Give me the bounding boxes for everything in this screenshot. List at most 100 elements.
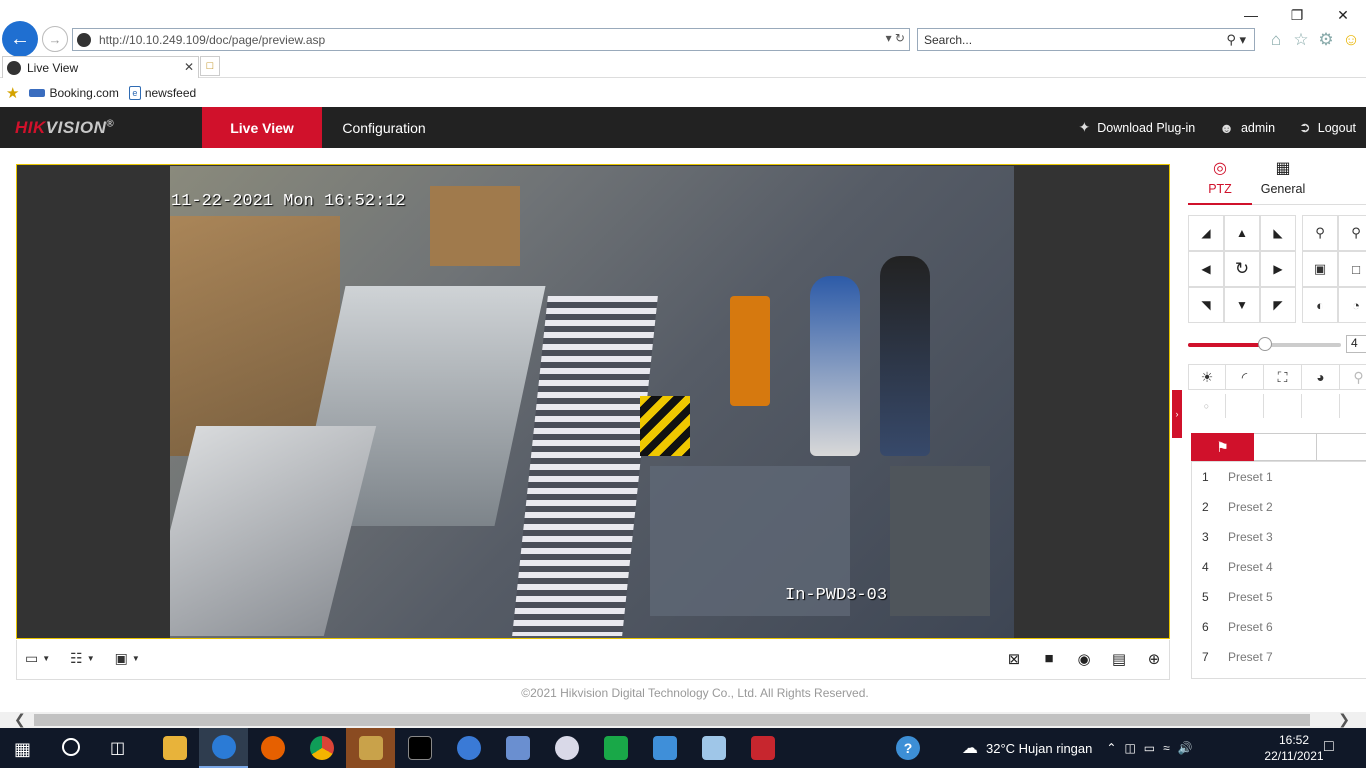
windows-start-icon[interactable]: ▦ bbox=[14, 739, 31, 760]
search-input[interactable]: Search... ⚲ ▾ bbox=[917, 28, 1255, 51]
search-icon[interactable]: ⚲ ▾ bbox=[1226, 32, 1246, 48]
terminal-icon[interactable] bbox=[395, 728, 444, 768]
address-controls-icon[interactable]: ▾ ↻ bbox=[886, 31, 905, 45]
logout-link[interactable]: ➲ Logout bbox=[1299, 119, 1356, 136]
pan-down-right-button[interactable]: ◤ bbox=[1260, 287, 1296, 323]
file-explorer-icon[interactable] bbox=[150, 728, 199, 768]
scrollbar-thumb[interactable] bbox=[34, 714, 1310, 726]
settings-gear-icon[interactable]: ⚙ bbox=[1316, 30, 1336, 50]
scroll-right-icon[interactable]: ❯ bbox=[1338, 711, 1350, 728]
lens-init-icon[interactable]: ◕ bbox=[1302, 364, 1340, 390]
device-icon[interactable]: ◫ bbox=[1124, 741, 1135, 755]
ptz-speed-slider[interactable] bbox=[1188, 337, 1341, 351]
internet-explorer-icon[interactable] bbox=[199, 728, 248, 768]
taskbar-clock[interactable]: 16:52 22/11/2021 bbox=[1264, 732, 1324, 764]
nav-configuration[interactable]: Configuration bbox=[322, 107, 446, 148]
network-monitor-icon[interactable] bbox=[542, 728, 591, 768]
aux-focus-icon[interactable]: ⛶ bbox=[1264, 364, 1302, 390]
preset-item[interactable]: 1 Preset 1 bbox=[1192, 462, 1366, 492]
pan-down-button[interactable]: ▼ bbox=[1224, 287, 1260, 323]
cortana-search-icon[interactable] bbox=[62, 738, 80, 756]
weather-text[interactable]: 32°C Hujan ringan bbox=[986, 741, 1092, 756]
horizontal-scrollbar[interactable]: ❮ ❯ bbox=[0, 711, 1366, 728]
restore-icon[interactable]: ❐ bbox=[1274, 2, 1320, 28]
preset-item[interactable]: 3 Preset 3 bbox=[1192, 522, 1366, 552]
pan-up-left-button[interactable]: ◢ bbox=[1188, 215, 1224, 251]
preset-item[interactable]: 7 Preset 7 bbox=[1192, 642, 1366, 672]
light-icon[interactable]: ☀ bbox=[1188, 364, 1226, 390]
iris-close-icon[interactable]: ◐ bbox=[1302, 287, 1338, 323]
user-menu[interactable]: ☻ admin bbox=[1219, 120, 1275, 136]
chevron-up-icon[interactable]: ⌃ bbox=[1106, 741, 1116, 755]
panel-collapse-handle[interactable]: › bbox=[1172, 390, 1182, 438]
feedback-smiley-icon[interactable]: ☺ bbox=[1341, 30, 1361, 50]
tab-live-view[interactable]: Live View ✕ bbox=[2, 56, 199, 78]
preset-item[interactable]: 5 Preset 5 bbox=[1192, 582, 1366, 612]
security-app-icon[interactable] bbox=[738, 728, 787, 768]
help-icon[interactable]: ? bbox=[896, 736, 920, 760]
vpn-client-icon[interactable] bbox=[444, 728, 493, 768]
tab-ptz[interactable]: ◎ PTZ bbox=[1188, 158, 1252, 205]
tab-general[interactable]: ▦ General bbox=[1252, 158, 1314, 196]
crop-icon[interactable]: ⊠ bbox=[1005, 650, 1023, 668]
battery-icon[interactable]: ▭ bbox=[1144, 741, 1155, 755]
spreadsheet-icon[interactable] bbox=[591, 728, 640, 768]
tab-patterns[interactable] bbox=[1317, 433, 1366, 461]
digital-zoom-icon[interactable]: ⊕ bbox=[1145, 650, 1163, 668]
minimize-icon[interactable]: — bbox=[1228, 2, 1274, 28]
dashboard-app-icon[interactable] bbox=[640, 728, 689, 768]
iris-open-icon[interactable]: ◔ bbox=[1338, 287, 1366, 323]
back-button[interactable]: ← bbox=[2, 21, 38, 57]
chrome-icon[interactable] bbox=[297, 728, 346, 768]
address-bar[interactable]: http://10.10.249.109/doc/page/preview.as… bbox=[72, 28, 910, 51]
aspect-ratio-button[interactable]: ▣ ▼ bbox=[115, 650, 140, 667]
favorites-add-icon[interactable]: ★ bbox=[6, 84, 19, 102]
zoom-in-icon[interactable]: ⚲ bbox=[1338, 215, 1366, 251]
pan-up-right-button[interactable]: ◣ bbox=[1260, 215, 1296, 251]
live-video-window[interactable]: 11-22-2021 Mon 16:52:12 In-PWD3-03 bbox=[16, 164, 1170, 639]
notification-icon[interactable]: □ bbox=[1324, 738, 1334, 756]
favorites-star-icon[interactable]: ☆ bbox=[1291, 30, 1311, 50]
forward-button[interactable]: → bbox=[42, 26, 68, 52]
stream-type-button[interactable]: ☷ ▼ bbox=[70, 650, 94, 667]
manual-tracking-icon[interactable]: ⚲ bbox=[1340, 364, 1366, 390]
speed-value-field[interactable]: 4 bbox=[1346, 335, 1366, 353]
auto-scan-button[interactable]: ↻ bbox=[1224, 251, 1260, 287]
task-view-icon[interactable]: ◫ bbox=[110, 738, 125, 758]
firefox-icon[interactable] bbox=[248, 728, 297, 768]
nav-live-view[interactable]: Live View bbox=[202, 107, 322, 148]
preset-item[interactable]: 2 Preset 2 bbox=[1192, 492, 1366, 522]
pan-right-button[interactable]: ▶ bbox=[1260, 251, 1296, 287]
preset-label: Preset 7 bbox=[1228, 650, 1273, 664]
notes-app-icon[interactable] bbox=[689, 728, 738, 768]
stop-icon[interactable]: ■ bbox=[1040, 650, 1058, 668]
zoom-out-icon[interactable]: ⚲ bbox=[1302, 215, 1338, 251]
new-tab-button[interactable]: □ bbox=[200, 56, 220, 76]
speed-slider-knob[interactable] bbox=[1257, 337, 1272, 351]
3d-positioning-icon[interactable]: ○ bbox=[1188, 394, 1226, 418]
volume-icon[interactable]: 🔊 bbox=[1178, 741, 1193, 755]
record-icon[interactable]: ▤ bbox=[1110, 650, 1128, 668]
preset-item[interactable]: 4 Preset 4 bbox=[1192, 552, 1366, 582]
favorite-booking[interactable]: Booking.com bbox=[29, 86, 119, 100]
window-layout-button[interactable]: ▭ ▼ bbox=[25, 650, 50, 667]
preset-item[interactable]: 6 Preset 6 bbox=[1192, 612, 1366, 642]
pan-left-button[interactable]: ◀ bbox=[1188, 251, 1224, 287]
tab-patrols[interactable] bbox=[1254, 433, 1317, 461]
pan-down-left-button[interactable]: ◥ bbox=[1188, 287, 1224, 323]
remote-desktop-icon[interactable] bbox=[493, 728, 542, 768]
tab-presets[interactable]: ⚑ bbox=[1191, 433, 1254, 461]
network-app-icon[interactable] bbox=[346, 728, 395, 768]
download-plugin-link[interactable]: ✦ Download Plug-in bbox=[1079, 119, 1196, 136]
tab-close-icon[interactable]: ✕ bbox=[184, 60, 194, 74]
favorite-newsfeed[interactable]: e newsfeed bbox=[128, 86, 196, 100]
wifi-icon[interactable]: ≈ bbox=[1163, 741, 1170, 755]
home-icon[interactable]: ⌂ bbox=[1266, 30, 1286, 50]
wiper-icon[interactable]: ◜ bbox=[1226, 364, 1264, 390]
focus-near-icon[interactable]: ▣ bbox=[1302, 251, 1338, 287]
capture-camera-icon[interactable]: ◉ bbox=[1075, 650, 1093, 668]
focus-far-icon[interactable]: □ bbox=[1338, 251, 1366, 287]
pan-up-button[interactable]: ▲ bbox=[1224, 215, 1260, 251]
close-icon[interactable]: ✕ bbox=[1320, 2, 1366, 28]
scroll-left-icon[interactable]: ❮ bbox=[14, 711, 26, 728]
